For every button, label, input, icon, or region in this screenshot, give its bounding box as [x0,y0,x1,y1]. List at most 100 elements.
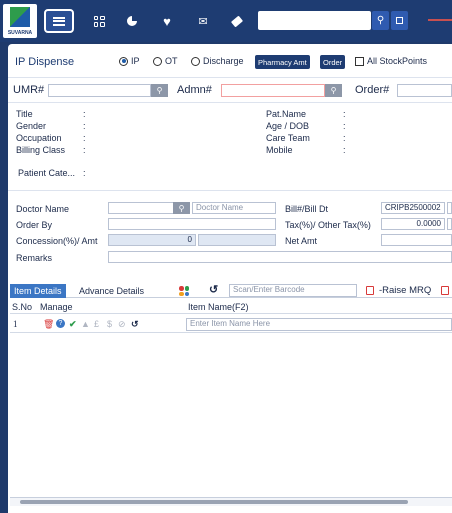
delete-icon[interactable]: 🗑 [43,319,54,329]
remarks-label: Remarks [16,253,53,263]
item-name-input[interactable]: Enter Item Name Here [186,318,452,331]
all-stockpoints-label: All StockPoints [367,56,428,66]
search-icon: ⚲ [330,86,337,95]
block-icon[interactable]: ⊘ [118,319,126,329]
doctor-search-button[interactable]: ⚲ [173,202,190,214]
order-by-input[interactable] [108,218,276,230]
net-amt-input[interactable] [381,234,452,246]
dollar-icon[interactable]: $ [107,319,112,329]
page-title: IP Dispense [15,56,75,68]
grid-icon [93,15,105,27]
checkbox-box [355,56,364,66]
divider [8,102,452,103]
doctor-name-input[interactable]: Doctor Name [192,202,276,214]
colon: : [343,109,346,119]
order-no-input[interactable] [397,84,452,97]
mobile-label: Mobile [266,145,293,155]
admn-label: Admn# [177,84,212,96]
tab-advance-details[interactable]: Advance Details [75,284,148,298]
admn-search-button[interactable]: ⚲ [325,84,342,97]
bill-no-label: Bill#/Bill Dt [285,204,329,214]
radio-ot[interactable]: OT [153,56,178,66]
col-sno: S.No [12,302,33,312]
raise-mrq-label[interactable]: -Raise MRQ [379,285,431,296]
pat-name-label: Pat.Name [266,109,307,119]
logo-mark [10,7,30,27]
app-logo[interactable]: SUVARNA [3,4,37,38]
check-icon[interactable]: ✔ [69,319,77,329]
warning-icon[interactable]: ▲ [81,319,90,329]
row-number: 1 [13,319,18,329]
tab-item-details[interactable]: Item Details [10,284,66,298]
messages-button[interactable]: ✉ [192,10,214,32]
notification-indicator [428,19,452,21]
mrq-print-icon[interactable] [441,286,449,295]
barcode-input[interactable]: Scan/Enter Barcode [229,284,357,297]
search-icon: ⚲ [156,86,163,95]
admn-input[interactable] [221,84,325,97]
doctor-name-label: Doctor Name [16,204,70,214]
pound-icon[interactable]: £ [94,319,99,329]
mrq-checkbox-icon[interactable] [366,286,374,295]
hamburger-icon [53,16,65,26]
col-item-name: Item Name(F2) [188,302,249,312]
care-team-label: Care Team [266,133,310,143]
item-tabs: Item Details Advance Details ↺ Scan/Ente… [10,284,452,298]
other-tax-input[interactable] [447,218,452,230]
concession-amount-input[interactable] [198,234,276,246]
expand-button[interactable] [391,11,408,30]
radio-ot-label: OT [165,56,178,66]
colon: : [343,133,346,143]
tag-icon [230,15,244,27]
apps-grid-button[interactable] [88,10,110,32]
radio-discharge[interactable]: Discharge [191,56,244,66]
radio-ip-label: IP [131,56,140,66]
colon: : [83,168,86,178]
radio-ip[interactable]: IP [119,56,140,66]
bill-date-input[interactable] [447,202,452,214]
pharmacy-amt-button[interactable]: Pharmacy Amt [255,55,310,69]
umr-search-button[interactable]: ⚲ [151,84,168,97]
billing-class-label: Billing Class [16,145,66,155]
occupation-label: Occupation [16,133,62,143]
favorites-button[interactable]: ♥ [156,10,178,32]
umr-label: UMR# [13,84,45,96]
concession-percent-input[interactable]: 0 [108,234,196,246]
tax-input[interactable]: 0.0000 [381,218,445,230]
colon: : [83,109,86,119]
items-grid-body [10,334,452,494]
order-button[interactable]: Order [320,55,346,69]
refresh-icon[interactable]: ↺ [209,284,218,297]
dashboard-button[interactable] [121,10,143,32]
tax-label: Tax(%)/ Other Tax(%) [285,220,371,230]
scrollbar-thumb[interactable] [20,500,408,504]
divider [8,190,452,191]
all-stockpoints-checkbox[interactable]: All StockPoints [355,56,427,66]
search-icon: ⚲ [376,15,385,26]
global-search-button[interactable]: ⚲ [372,11,389,30]
table-row: 1 🗑 ? ✔ ▲ £ $ ⊘ ↺ Enter Item Name Here [10,316,452,333]
tag-button[interactable] [226,10,248,32]
top-bar: SUVARNA ♥ ✉ ⚲ [0,0,452,42]
history-icon[interactable]: ↺ [131,319,139,329]
color-legend-icon[interactable] [179,286,189,296]
radio-discharge-label: Discharge [203,56,244,66]
global-search-input[interactable] [258,11,371,30]
colon: : [83,121,86,131]
colon: : [83,133,86,143]
doctor-code-input[interactable] [108,202,174,214]
remarks-input[interactable] [108,251,452,263]
menu-button[interactable] [44,9,74,33]
radio-discharge-dot [191,56,200,66]
net-amt-label: Net Amt [285,236,318,246]
bill-no-input[interactable]: CRIPB2500002 [381,202,445,214]
horizontal-scrollbar[interactable] [10,497,452,506]
order-by-label: Order By [16,220,53,230]
logo-text: SUVARNA [7,30,33,36]
help-icon[interactable]: ? [56,319,65,328]
col-manage: Manage [40,302,73,312]
window-icon [396,17,403,24]
umr-input[interactable] [48,84,151,97]
title-label: Title [16,109,33,119]
concession-label: Concession(%)/ Amt [16,236,98,246]
